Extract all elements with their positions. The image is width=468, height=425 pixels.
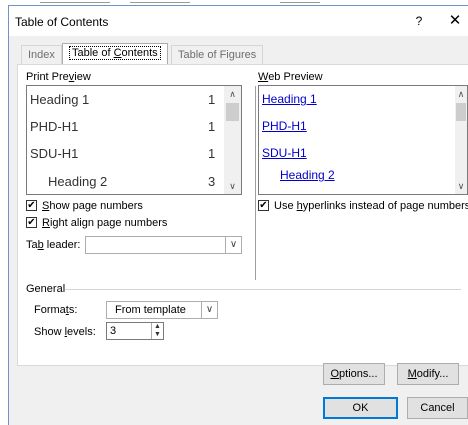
chevron-down-icon[interactable]: ∨ — [225, 237, 241, 253]
scroll-down-icon[interactable]: ∨ — [224, 178, 241, 194]
right-align-label[interactable]: Right align page numbers — [42, 217, 167, 229]
web-preview-label: Web Preview — [258, 71, 323, 83]
web-preview-scrollbar[interactable]: ∧ ∨ — [455, 86, 467, 194]
scroll-thumb[interactable] — [226, 103, 239, 121]
scroll-up-icon[interactable]: ∧ — [455, 86, 467, 102]
label-key: W — [258, 71, 269, 83]
tab-index[interactable]: Index — [21, 45, 62, 65]
web-preview-link[interactable]: Heading 2 — [280, 168, 335, 182]
formats-select[interactable]: From template ∨ — [106, 301, 218, 319]
title-bar: Table of Contents ? ✕ — [9, 6, 468, 36]
preview-row-page: 1 — [208, 92, 216, 107]
background-text-fragment — [40, 2, 110, 3]
tab-leader-label: Tab leader: — [26, 239, 80, 251]
cancel-button[interactable]: Cancel — [407, 397, 468, 419]
preview-row-page: 1 — [208, 146, 216, 161]
tab-table-of-contents[interactable]: Table of Contents — [62, 43, 168, 65]
close-button[interactable]: ✕ — [445, 10, 465, 32]
tab-label-part: Table of — [72, 47, 114, 59]
column-divider — [255, 86, 256, 280]
general-group-title: General — [26, 283, 66, 295]
label-part: Forma — [34, 304, 66, 316]
formats-label: Formats: — [34, 304, 77, 316]
label-part: Use — [274, 200, 297, 212]
label-key: M — [407, 368, 417, 380]
preview-row-text: PHD-H1 — [30, 119, 79, 134]
background-text-fragment — [130, 2, 190, 3]
show-page-numbers-checkbox[interactable]: ✔ — [26, 200, 37, 211]
preview-row-text: Heading 2 — [48, 174, 108, 189]
label-key: O — [330, 368, 340, 380]
tab-focus-rect: Table of Contents — [69, 46, 161, 60]
show-levels-value: 3 — [110, 325, 117, 337]
tab-table-of-figures[interactable]: Table of Figures — [171, 45, 264, 65]
tab-leader-select[interactable]: ∨ — [85, 236, 242, 254]
tab-figures-label: Table of Figures — [178, 49, 257, 61]
modify-button[interactable]: Modify... — [397, 363, 459, 385]
label-part: Print Pre — [26, 71, 69, 83]
web-preview-link[interactable]: PHD-H1 — [262, 119, 307, 133]
print-preview-label: Print Preview — [26, 71, 91, 83]
label-part: leader: — [43, 239, 81, 251]
spin-up-icon[interactable]: ▲ — [152, 323, 163, 331]
tab-index-label: Index — [28, 49, 55, 61]
options-button[interactable]: Options... — [323, 363, 385, 385]
ok-button[interactable]: OK — [323, 397, 398, 419]
spin-down-icon[interactable]: ▼ — [152, 331, 163, 339]
show-levels-label: Show levels: — [34, 326, 96, 338]
right-align-checkbox[interactable]: ✔ — [26, 217, 37, 228]
print-preview-scrollbar[interactable]: ∧ ∨ — [224, 86, 241, 194]
label-part: ight align page numbers — [49, 217, 168, 229]
label-part: Show — [34, 326, 65, 338]
label-part: odify... — [416, 368, 449, 380]
preview-row-page: 3 — [208, 174, 216, 189]
label-part: eb Preview — [268, 71, 323, 83]
scroll-down-icon[interactable]: ∨ — [455, 178, 467, 194]
formats-value: From template — [115, 304, 186, 316]
preview-row-page: 1 — [208, 119, 216, 134]
print-preview-box[interactable]: Heading 1 1 PHD-H1 1 SDU-H1 1 Heading 2 … — [26, 85, 242, 195]
label-part: yperlinks instead of page numbers — [302, 200, 468, 212]
tab-label-key: C — [113, 47, 122, 59]
toc-dialog: Table of Contents ? ✕ Index Table of Con… — [8, 5, 468, 425]
spinner-buttons[interactable]: ▲ ▼ — [151, 323, 163, 339]
show-levels-spinner[interactable]: 3 ▲ ▼ — [106, 322, 164, 340]
general-separator — [65, 289, 461, 290]
use-hyperlinks-checkbox[interactable]: ✔ — [258, 200, 269, 211]
preview-row-text: Heading 1 — [30, 92, 90, 107]
dialog-title: Table of Contents — [15, 15, 109, 29]
show-page-numbers-label[interactable]: Show page numbers — [42, 200, 143, 212]
web-preview-link[interactable]: SDU-H1 — [262, 146, 307, 160]
use-hyperlinks-label[interactable]: Use hyperlinks instead of page numbers — [274, 200, 468, 212]
web-preview-box[interactable]: Heading 1 PHD-H1 SDU-H1 Heading 2 ∧ ∨ — [258, 85, 468, 195]
label-part: how page numbers — [49, 200, 143, 212]
web-preview-link[interactable]: Heading 1 — [262, 92, 317, 106]
scroll-thumb[interactable] — [456, 103, 466, 121]
label-part: ptions... — [339, 368, 378, 380]
label-key: R — [42, 217, 50, 229]
chevron-down-icon[interactable]: ∨ — [201, 302, 217, 318]
label-part: Ta — [26, 239, 38, 251]
help-button[interactable]: ? — [409, 10, 429, 32]
tab-label-part: ontents — [121, 47, 158, 59]
preview-row-text: SDU-H1 — [30, 146, 79, 161]
label-part: s: — [68, 304, 78, 316]
scroll-up-icon[interactable]: ∧ — [224, 86, 241, 102]
label-part: evels: — [67, 326, 96, 338]
background-text-fragment — [280, 2, 320, 3]
label-part: iew — [74, 71, 91, 83]
